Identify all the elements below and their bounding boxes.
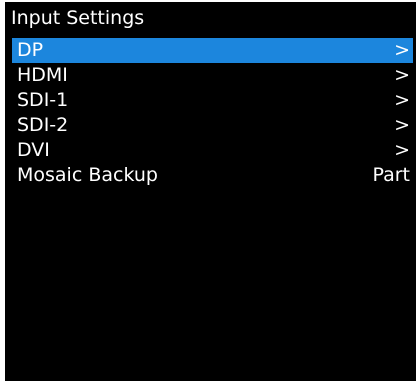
- menu-item-dp[interactable]: DP >: [12, 38, 413, 63]
- menu-item-label: DVI: [17, 139, 50, 161]
- menu-item-mosaic-backup[interactable]: Mosaic Backup Part: [12, 163, 413, 188]
- device-menu-screen: Input Settings DP > HDMI > SDI-1 > SDI-2…: [5, 2, 416, 381]
- menu-item-sdi-1[interactable]: SDI-1 >: [12, 88, 413, 113]
- submenu-arrow-icon: >: [394, 64, 410, 86]
- menu-item-label: HDMI: [17, 64, 68, 86]
- menu-item-label: SDI-1: [17, 89, 69, 111]
- menu-item-sdi-2[interactable]: SDI-2 >: [12, 113, 413, 138]
- menu-item-label: Mosaic Backup: [17, 164, 158, 186]
- menu-item-dvi[interactable]: DVI >: [12, 138, 413, 163]
- submenu-arrow-icon: >: [394, 89, 410, 111]
- menu-item-value: Part: [372, 164, 410, 186]
- input-settings-menu: DP > HDMI > SDI-1 > SDI-2 > DVI > Mosaic…: [12, 38, 413, 188]
- submenu-arrow-icon: >: [394, 139, 410, 161]
- submenu-arrow-icon: >: [394, 39, 410, 61]
- menu-item-label: DP: [17, 39, 44, 61]
- menu-item-hdmi[interactable]: HDMI >: [12, 63, 413, 88]
- menu-item-label: SDI-2: [17, 114, 69, 136]
- menu-title: Input Settings: [11, 7, 145, 29]
- submenu-arrow-icon: >: [394, 114, 410, 136]
